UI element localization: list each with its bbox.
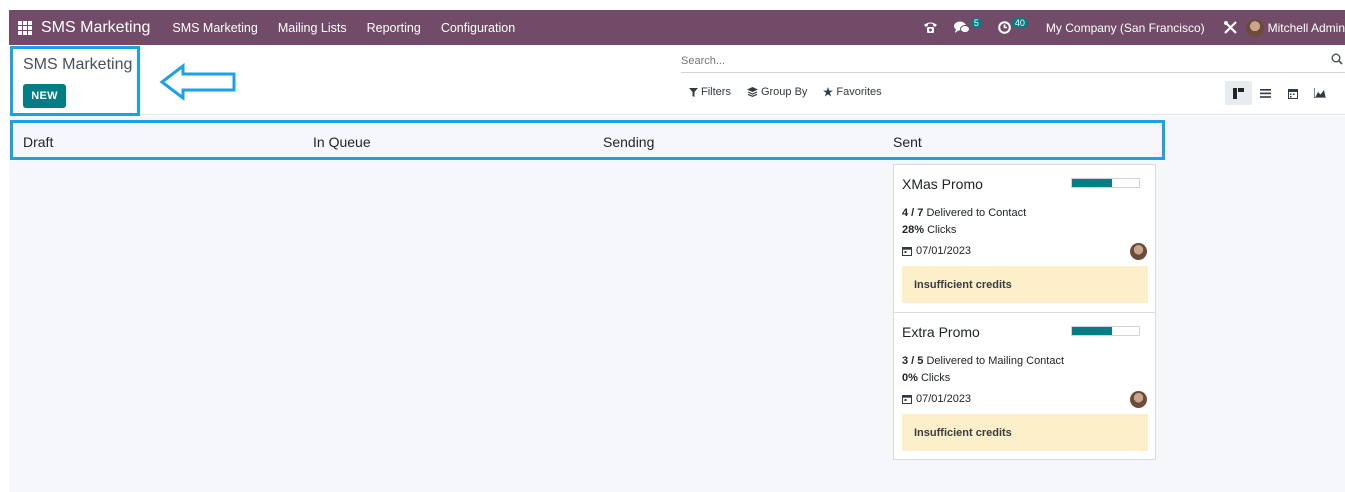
- left-arrow-annotation: [159, 63, 236, 101]
- clicks-percent: 28%: [902, 224, 925, 236]
- layers-icon: [746, 87, 758, 97]
- delivered-count: 3 / 5: [902, 355, 924, 367]
- progress-fill: [1072, 327, 1113, 335]
- kanban-icon: [1233, 87, 1244, 99]
- delivered-count: 4 / 7: [902, 207, 924, 219]
- activities-clock-icon[interactable]: 40: [998, 17, 1028, 34]
- search-icon[interactable]: [1331, 53, 1343, 65]
- filter-icon: [689, 87, 698, 97]
- clicks-line: 0% Clicks: [902, 372, 950, 384]
- search-bar[interactable]: [681, 51, 1345, 73]
- search-input[interactable]: [681, 51, 1301, 71]
- progress-fill: [1072, 179, 1113, 187]
- delivered-line: 3 / 5 Delivered to Mailing Contact: [902, 355, 1064, 367]
- messages-icon[interactable]: 5: [953, 17, 982, 34]
- schedule-date: 07/01/2023: [902, 245, 971, 257]
- messages-badge: 5: [970, 17, 982, 28]
- menu-reporting[interactable]: Reporting: [367, 21, 421, 35]
- column-sent-title[interactable]: Sent: [893, 134, 922, 150]
- kanban-view-button[interactable]: [1225, 81, 1252, 105]
- responsible-avatar[interactable]: [1130, 391, 1147, 408]
- column-sending-title[interactable]: Sending: [603, 134, 654, 150]
- user-menu[interactable]: Mitchell Admin: [1268, 21, 1345, 35]
- list-icon: [1260, 88, 1271, 98]
- star-icon: [823, 87, 834, 97]
- delivered-text: Delivered to Contact: [926, 207, 1027, 219]
- graph-view-button[interactable]: [1306, 81, 1333, 105]
- warning-banner: Insufficient credits: [902, 266, 1148, 303]
- list-view-button[interactable]: [1252, 81, 1279, 105]
- top-strip: [0, 0, 1345, 10]
- control-panel: SMS Marketing NEW Filters Group By Favor…: [9, 45, 1345, 116]
- menu-configuration[interactable]: Configuration: [441, 21, 515, 35]
- menu-sms-marketing[interactable]: SMS Marketing: [172, 21, 257, 35]
- company-switcher[interactable]: My Company (San Francisco): [1046, 21, 1205, 35]
- delivery-progress-bar: [1071, 326, 1140, 336]
- delivery-progress-bar: [1071, 178, 1140, 188]
- delivered-text: Delivered to Mailing Contact: [926, 355, 1065, 367]
- activities-badge: 40: [1011, 17, 1028, 28]
- main-navbar: SMS Marketing SMS Marketing Mailing List…: [9, 10, 1345, 45]
- card-title: XMas Promo: [902, 176, 983, 192]
- page-title: SMS Marketing: [23, 56, 133, 73]
- view-switcher: [1225, 81, 1333, 105]
- apps-grid-icon[interactable]: [18, 20, 32, 35]
- favorites-button[interactable]: Favorites: [823, 86, 882, 98]
- warning-banner: Insufficient credits: [902, 414, 1148, 451]
- filters-button[interactable]: Filters: [689, 86, 731, 98]
- delivered-line: 4 / 7 Delivered to Contact: [902, 207, 1026, 219]
- area-chart-icon: [1313, 88, 1326, 98]
- clicks-line: 28% Clicks: [902, 224, 956, 236]
- clicks-percent: 0%: [902, 372, 918, 384]
- groupby-label: Group By: [760, 86, 808, 98]
- clicks-text: Clicks: [927, 224, 957, 236]
- menu-mailing-lists[interactable]: Mailing Lists: [278, 21, 347, 35]
- column-in-queue-title[interactable]: In Queue: [313, 134, 371, 150]
- search-options: Filters Group By Favorites: [689, 86, 898, 98]
- calendar-icon: [902, 395, 912, 404]
- kanban-card-xmas-promo[interactable]: XMas Promo 4 / 7 Delivered to Contact 28…: [893, 164, 1156, 313]
- clicks-text: Clicks: [920, 372, 951, 384]
- app-brand[interactable]: SMS Marketing: [41, 19, 150, 37]
- calendar-icon: [902, 247, 912, 256]
- debug-tools-icon[interactable]: [1223, 20, 1238, 35]
- schedule-date: 07/01/2023: [902, 393, 971, 405]
- calendar-icon: [1287, 88, 1298, 99]
- date-text: 07/01/2023: [916, 245, 972, 257]
- kanban-board: Draft In Queue Sending Sent XMas Promo 4…: [9, 116, 1345, 492]
- calendar-view-button[interactable]: [1279, 81, 1306, 105]
- favorites-label: Favorites: [836, 86, 882, 98]
- title-highlight-box: SMS Marketing NEW: [10, 46, 140, 116]
- columns-highlight-box: Draft In Queue Sending Sent: [10, 120, 1165, 160]
- new-button[interactable]: NEW: [23, 84, 66, 108]
- column-draft-title[interactable]: Draft: [23, 134, 53, 150]
- responsible-avatar[interactable]: [1130, 243, 1147, 260]
- card-title: Extra Promo: [902, 324, 980, 340]
- filters-label: Filters: [701, 86, 731, 98]
- phone-icon[interactable]: [923, 21, 938, 34]
- groupby-button[interactable]: Group By: [746, 86, 808, 98]
- user-avatar[interactable]: [1245, 18, 1264, 37]
- date-text: 07/01/2023: [916, 393, 972, 405]
- kanban-card-extra-promo[interactable]: Extra Promo 3 / 5 Delivered to Mailing C…: [893, 313, 1156, 460]
